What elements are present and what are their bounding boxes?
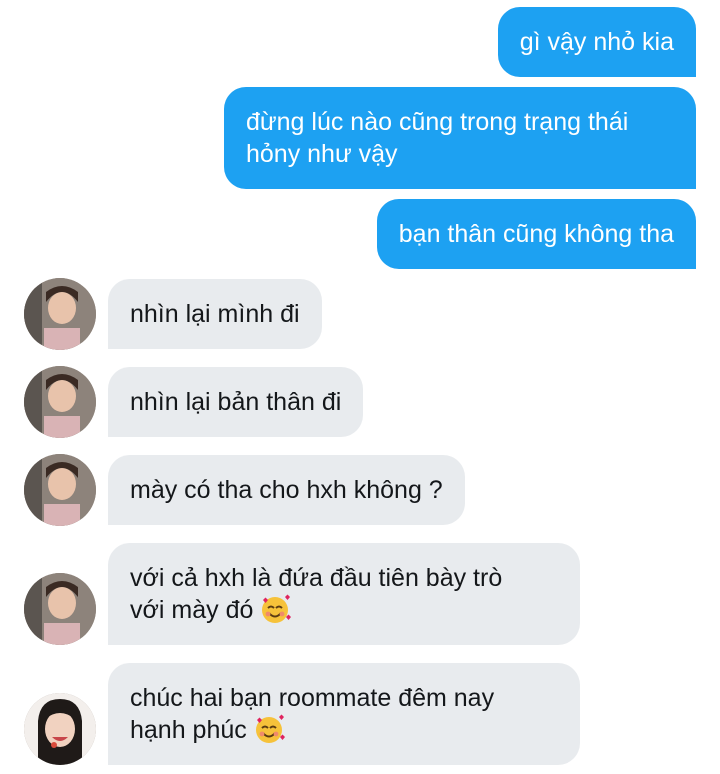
message-text: mày có tha cho hxh không ? xyxy=(130,476,443,504)
message-text: với cả hxh là đứa đầu tiên bày trò với m… xyxy=(130,564,503,625)
message-text: gì vậy nhỏ kia xyxy=(519,28,674,56)
sender-avatar[interactable] xyxy=(24,366,96,438)
sender-avatar[interactable] xyxy=(24,278,96,350)
incoming-message[interactable]: nhìn lại mình đi xyxy=(108,279,322,349)
outgoing-message[interactable]: đừng lúc nào cũng trong trạng thái hỏny … xyxy=(224,87,696,189)
sender-avatar[interactable] xyxy=(24,454,96,526)
smiling-face-with-hearts-icon xyxy=(253,713,285,745)
message-text: nhìn lại mình đi xyxy=(130,300,300,328)
incoming-message[interactable]: nhìn lại bản thân đi xyxy=(108,367,364,437)
outgoing-message[interactable]: gì vậy nhỏ kia xyxy=(497,7,696,77)
message-text: chúc hai bạn roommate đêm nay hạnh phúc xyxy=(130,684,495,745)
message-text: bạn thân cũng không tha xyxy=(398,220,674,248)
smiling-face-with-hearts-icon xyxy=(259,593,292,625)
incoming-message[interactable]: mày có tha cho hxh không ? xyxy=(108,455,465,525)
sender-avatar[interactable] xyxy=(24,573,96,645)
message-text: đừng lúc nào cũng trong trạng thái hỏny … xyxy=(246,108,629,168)
outgoing-message[interactable]: bạn thân cũng không tha xyxy=(376,199,696,269)
incoming-message[interactable]: với cả hxh là đứa đầu tiên bày trò với m… xyxy=(108,543,580,645)
message-text: nhìn lại bản thân đi xyxy=(130,388,342,416)
incoming-message[interactable]: chúc hai bạn roommate đêm nay hạnh phúc xyxy=(108,663,580,765)
sender-avatar[interactable] xyxy=(24,693,96,765)
